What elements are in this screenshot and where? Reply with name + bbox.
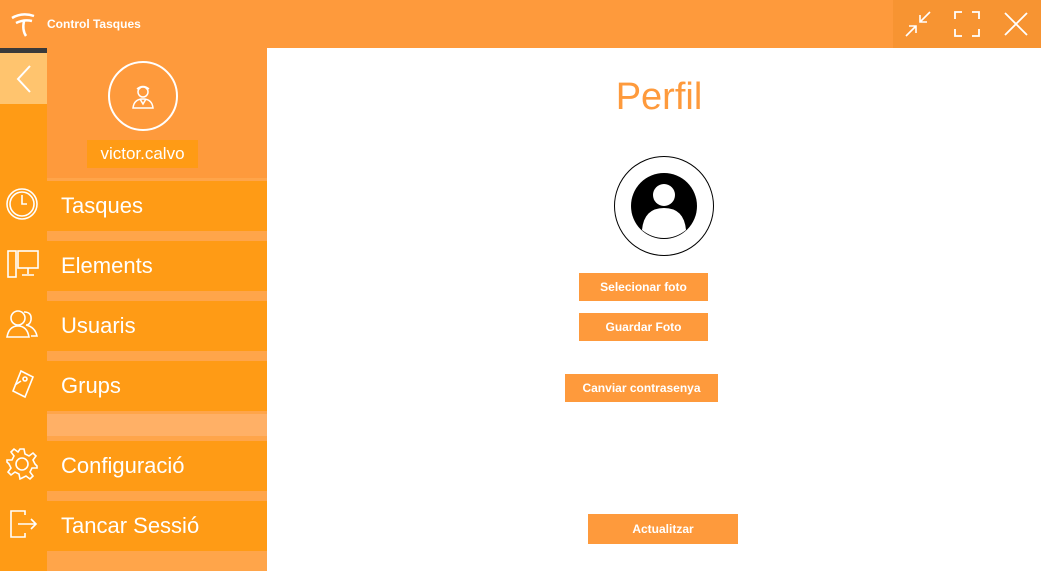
nav-item-label: Grups <box>61 373 121 398</box>
nav-item-label: Tasques <box>61 193 143 218</box>
close-icon[interactable] <box>991 0 1040 48</box>
users-icon[interactable] <box>4 306 40 342</box>
nav-item-tancar-sessio[interactable]: Tancar Sessió <box>47 501 267 551</box>
profile-photo <box>614 156 714 256</box>
username-label: victor.calvo <box>87 140 198 168</box>
nav-item-usuaris[interactable]: Usuaris <box>47 301 267 351</box>
maximize-icon[interactable] <box>942 0 991 48</box>
nav-item-tasques[interactable]: Tasques <box>47 181 267 231</box>
page-title: Perfil <box>615 76 703 118</box>
user-icon <box>132 85 154 109</box>
tag-icon[interactable] <box>4 366 40 402</box>
nav-item-configuracio[interactable]: Configuració <box>47 441 267 491</box>
nav-divider <box>47 414 267 436</box>
user-avatar-icon <box>631 173 697 239</box>
chevron-left-icon <box>16 64 31 93</box>
window-controls <box>893 0 1041 48</box>
logout-icon[interactable] <box>4 506 40 542</box>
clock-icon[interactable] <box>4 186 40 222</box>
nav-item-label: Elements <box>61 253 153 278</box>
nav-item-label: Tancar Sessió <box>61 513 200 538</box>
window-title: Control Tasques <box>47 17 141 31</box>
save-photo-button[interactable]: Guardar Foto <box>579 313 708 341</box>
gear-icon[interactable] <box>4 446 40 482</box>
user-avatar[interactable] <box>108 61 178 131</box>
select-photo-button[interactable]: Selecionar foto <box>579 273 708 301</box>
main-content <box>267 48 1041 571</box>
back-button[interactable] <box>0 53 47 104</box>
nav-item-elements[interactable]: Elements <box>47 241 267 291</box>
update-button[interactable]: Actualitzar <box>588 514 738 544</box>
monitor-icon[interactable] <box>4 246 40 282</box>
title-bar: Control Tasques <box>0 0 1041 48</box>
nav-item-label: Usuaris <box>61 313 136 338</box>
nav-item-grups[interactable]: Grups <box>47 361 267 411</box>
shrink-icon[interactable] <box>893 0 942 48</box>
nav-item-label: Configuració <box>61 453 185 478</box>
change-password-button[interactable]: Canviar contrasenya <box>565 374 718 402</box>
app-logo-icon <box>8 10 38 38</box>
